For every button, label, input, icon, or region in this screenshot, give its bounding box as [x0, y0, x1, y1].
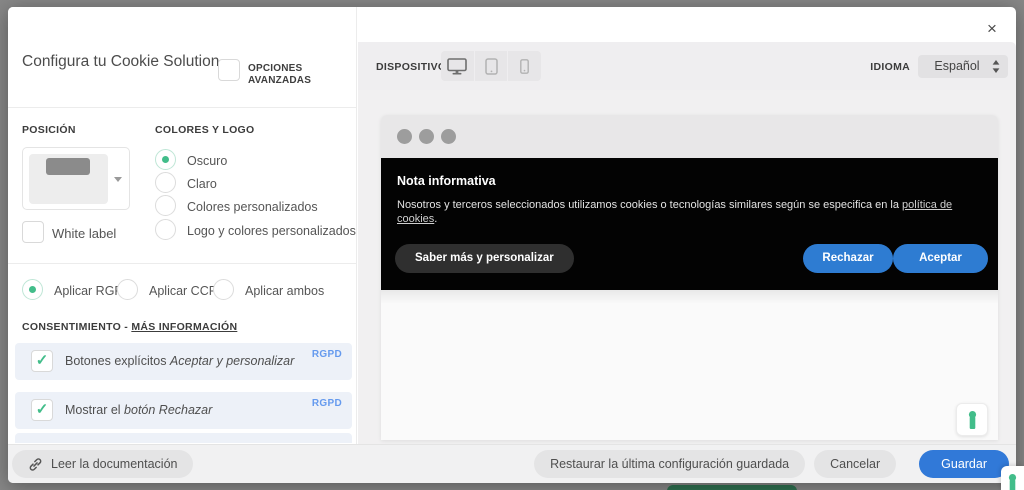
cookie-banner-preview: Nota informativa Nosotros y terceros sel…: [381, 158, 998, 290]
position-selector-dropdown[interactable]: [22, 147, 130, 210]
browser-mockup: Nota informativa Nosotros y terceros sel…: [381, 115, 998, 440]
language-select[interactable]: Español: [918, 55, 1008, 78]
rgpd-badge: RGPD: [312, 349, 342, 360]
rgpd-badge: RGPD: [312, 398, 342, 409]
white-label-text: White label: [52, 226, 116, 241]
cookie-banner-title: Nota informativa: [397, 174, 982, 188]
language-label: IDIOMA: [870, 61, 910, 73]
background-page-element: [667, 485, 797, 490]
chain-link-icon: [28, 457, 43, 472]
device-switcher: [441, 51, 541, 81]
radio-aplicar-ambos[interactable]: [213, 279, 234, 300]
row-text-prefix: Mostrar el: [65, 403, 124, 417]
cancel-button[interactable]: Cancelar: [814, 450, 896, 478]
iubenda-lock-icon: [967, 410, 978, 430]
iubenda-lock-icon: [1007, 473, 1018, 490]
row-text-italic: botón Rechazar: [124, 403, 212, 417]
close-icon[interactable]: ×: [982, 19, 1002, 39]
device-tablet-button[interactable]: [474, 51, 508, 81]
banner-body-period: .: [434, 213, 437, 225]
preview-toolbar: DISPOSITIVO: [358, 42, 1016, 90]
radio-logo-personalizados[interactable]: [155, 219, 176, 240]
device-desktop-button[interactable]: [441, 51, 474, 81]
mobile-icon: [520, 59, 529, 74]
colors-section-label: COLORES Y LOGO: [155, 124, 255, 136]
reject-button[interactable]: Rechazar: [803, 244, 893, 273]
corner-iubenda-badge[interactable]: [1001, 466, 1024, 490]
up-down-arrows-icon: [992, 60, 1000, 73]
advanced-options-label: OPCIONES AVANZADAS: [248, 63, 348, 87]
radio-aplicar-ccpa[interactable]: [117, 279, 138, 300]
cookie-banner-body: Nosotros y terceros seleccionados utiliz…: [397, 198, 982, 226]
banner-body-text: Nosotros y terceros seleccionados utiliz…: [397, 199, 902, 211]
radio-color-personalizados[interactable]: [155, 195, 176, 216]
language-value: Español: [934, 59, 979, 73]
save-button[interactable]: Guardar: [919, 450, 1009, 478]
row-text-prefix: Botones explícitos: [65, 354, 170, 368]
consent-row-explicit-buttons: ✓ Botones explícitos Aceptar y personali…: [15, 343, 352, 380]
browser-chrome: [381, 115, 998, 158]
radio-color-claro[interactable]: [155, 172, 176, 193]
accept-button[interactable]: Aceptar: [893, 244, 988, 273]
page-title: Configura tu Cookie Solution: [22, 51, 232, 72]
mock-page-content: [381, 290, 998, 440]
customize-button[interactable]: Saber más y personalizar: [395, 244, 574, 273]
browser-dots: [397, 129, 456, 144]
reject-button-checkbox[interactable]: ✓: [31, 399, 53, 421]
live-preview-area: Nota informativa Nosotros y terceros sel…: [358, 90, 1016, 444]
radio-label-claro[interactable]: Claro: [187, 177, 217, 191]
position-preview-banner: [46, 158, 90, 175]
consent-row-partial: [15, 433, 352, 443]
consent-section-heading: CONSENTIMIENTO - MÁS INFORMACIÓN: [22, 321, 237, 333]
read-docs-label: Leer la documentación: [51, 450, 177, 478]
radio-aplicar-rgpd[interactable]: [22, 279, 43, 300]
tablet-icon: [485, 58, 498, 75]
radio-label-oscuro[interactable]: Oscuro: [187, 154, 227, 168]
modal-footer: Leer la documentación Restaurar la últim…: [8, 444, 1016, 483]
read-docs-button[interactable]: Leer la documentación: [12, 450, 193, 478]
device-label: DISPOSITIVO: [376, 61, 446, 73]
explicit-buttons-checkbox[interactable]: ✓: [31, 350, 53, 372]
consent-heading-text: CONSENTIMIENTO -: [22, 321, 131, 333]
footer-actions: Restaurar la última configuración guarda…: [534, 450, 1009, 478]
desktop-icon: [447, 58, 467, 75]
more-info-link[interactable]: MÁS INFORMACIÓN: [131, 321, 237, 333]
row-text-italic: Aceptar y personalizar: [170, 354, 294, 368]
browser-dot: [419, 129, 434, 144]
browser-dot: [397, 129, 412, 144]
divider: [8, 107, 356, 108]
consent-row-label: Botones explícitos Aceptar y personaliza…: [65, 354, 294, 368]
radio-color-oscuro[interactable]: [155, 149, 176, 170]
radio-label-personalizados[interactable]: Colores personalizados: [187, 200, 318, 214]
radio-label-aplicar-ambos[interactable]: Aplicar ambos: [245, 284, 324, 298]
white-label-checkbox[interactable]: [22, 221, 44, 243]
divider: [8, 263, 356, 264]
consent-row-reject-button: ✓ Mostrar el botón Rechazar RGPD: [15, 392, 352, 429]
cookie-solution-config-modal: × Configura tu Cookie Solution OPCIONES …: [8, 7, 1016, 483]
iubenda-badge-button[interactable]: [956, 403, 988, 436]
config-panel: Configura tu Cookie Solution OPCIONES AV…: [8, 7, 357, 444]
advanced-options-checkbox[interactable]: [218, 59, 240, 81]
radio-label-logo-personalizados[interactable]: Logo y colores personalizados: [187, 224, 356, 238]
consent-row-label: Mostrar el botón Rechazar: [65, 403, 212, 417]
cookie-banner-buttons: Saber más y personalizar Aceptar Rechaza…: [395, 244, 988, 273]
browser-dot: [441, 129, 456, 144]
position-section-label: POSICIÓN: [22, 124, 76, 136]
position-preview-page: [29, 154, 108, 204]
device-mobile-button[interactable]: [507, 51, 541, 81]
caret-down-icon: [114, 177, 122, 182]
restore-config-button[interactable]: Restaurar la última configuración guarda…: [534, 450, 805, 478]
